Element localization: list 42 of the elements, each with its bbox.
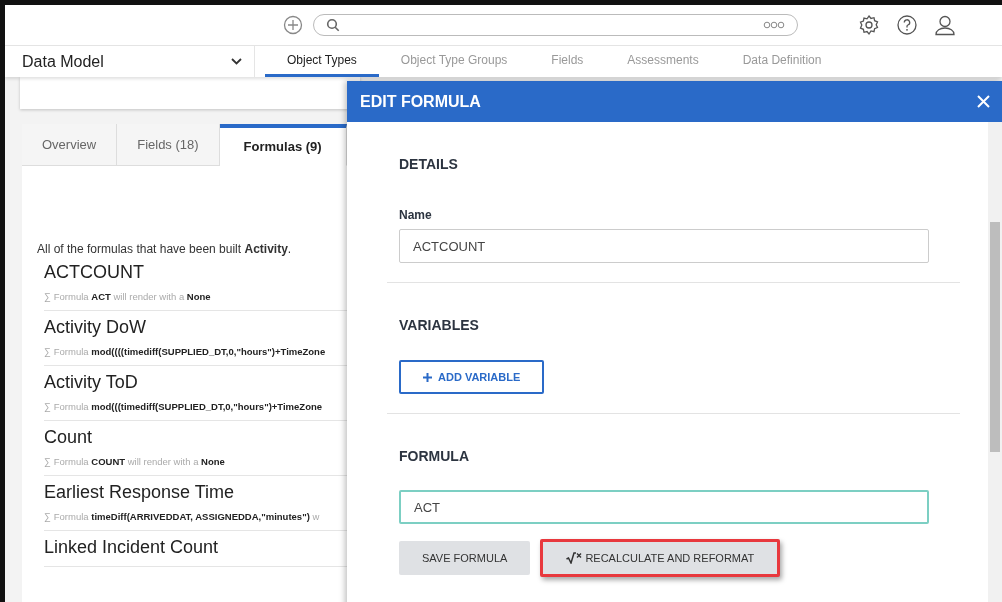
panel-title: EDIT FORMULA xyxy=(360,92,481,111)
intro-text: All of the formulas that have been built Activity. xyxy=(37,242,293,256)
formula-description: Formula mod(((timediff(SUPPLIED_DT,0,"hours")+TimeZone xyxy=(53,401,323,412)
formula-field[interactable]: ACT xyxy=(399,490,929,524)
field-label: Name xyxy=(399,208,433,222)
section-heading: DETAILS xyxy=(399,156,459,172)
section-heading: FORMULA xyxy=(399,448,470,464)
data-model-title: Data Model xyxy=(22,52,104,71)
formula-description: Formula mod((((timediff(SUPPLIED_DT,0,"hours")+TimeZone xyxy=(53,346,326,357)
add-icon[interactable] xyxy=(283,15,303,35)
formula-name[interactable]: ACTCOUNT xyxy=(44,262,144,282)
formula-name[interactable]: Activity DoW xyxy=(44,317,146,337)
search-icon xyxy=(326,18,340,32)
tab[interactable]: Overview xyxy=(22,124,118,166)
sigma-icon: ∑ xyxy=(44,511,51,522)
more-icon[interactable] xyxy=(763,21,785,29)
formula-name[interactable]: Count xyxy=(44,427,93,447)
formula-name[interactable]: Earliest Response Time xyxy=(44,482,235,502)
sigma-icon: ∑ xyxy=(44,456,51,467)
square-root-icon xyxy=(566,552,583,564)
sigma-icon: ∑ xyxy=(44,291,51,302)
formula-name[interactable]: Linked Incident Count xyxy=(44,537,219,557)
save-formula-button[interactable]: SAVE FORMULA xyxy=(399,541,531,575)
chevron-down-icon[interactable] xyxy=(231,58,242,65)
name-field[interactable]: ACTCOUNT xyxy=(399,229,929,263)
tab[interactable]: Formulas (9) xyxy=(219,124,347,166)
help-icon[interactable] xyxy=(896,14,918,36)
recalculate-button[interactable]: RECALCULATE AND REFORMAT xyxy=(540,539,781,577)
sigma-icon: ∑ xyxy=(44,401,51,412)
user-icon[interactable] xyxy=(934,14,956,36)
close-icon[interactable] xyxy=(977,95,990,108)
formula-description: Formula COUNT will render with a None xyxy=(53,456,225,467)
tab[interactable]: Fields (18) xyxy=(117,124,220,166)
settings-icon[interactable] xyxy=(858,14,880,36)
section-heading: VARIABLES xyxy=(399,317,480,333)
formula-description: Formula timeDiff(ARRIVEDDAT, ASSIGNEDDA,"minutes") w xyxy=(53,511,320,522)
sigma-icon: ∑ xyxy=(44,346,51,357)
formula-description: Formula ACT will render with a None xyxy=(53,291,211,302)
scrollbar[interactable] xyxy=(988,122,1002,602)
formula-name[interactable]: Activity ToD xyxy=(44,372,138,392)
add-variable-button[interactable]: ADD VARIABLE xyxy=(399,360,545,394)
plus-icon xyxy=(423,372,432,382)
